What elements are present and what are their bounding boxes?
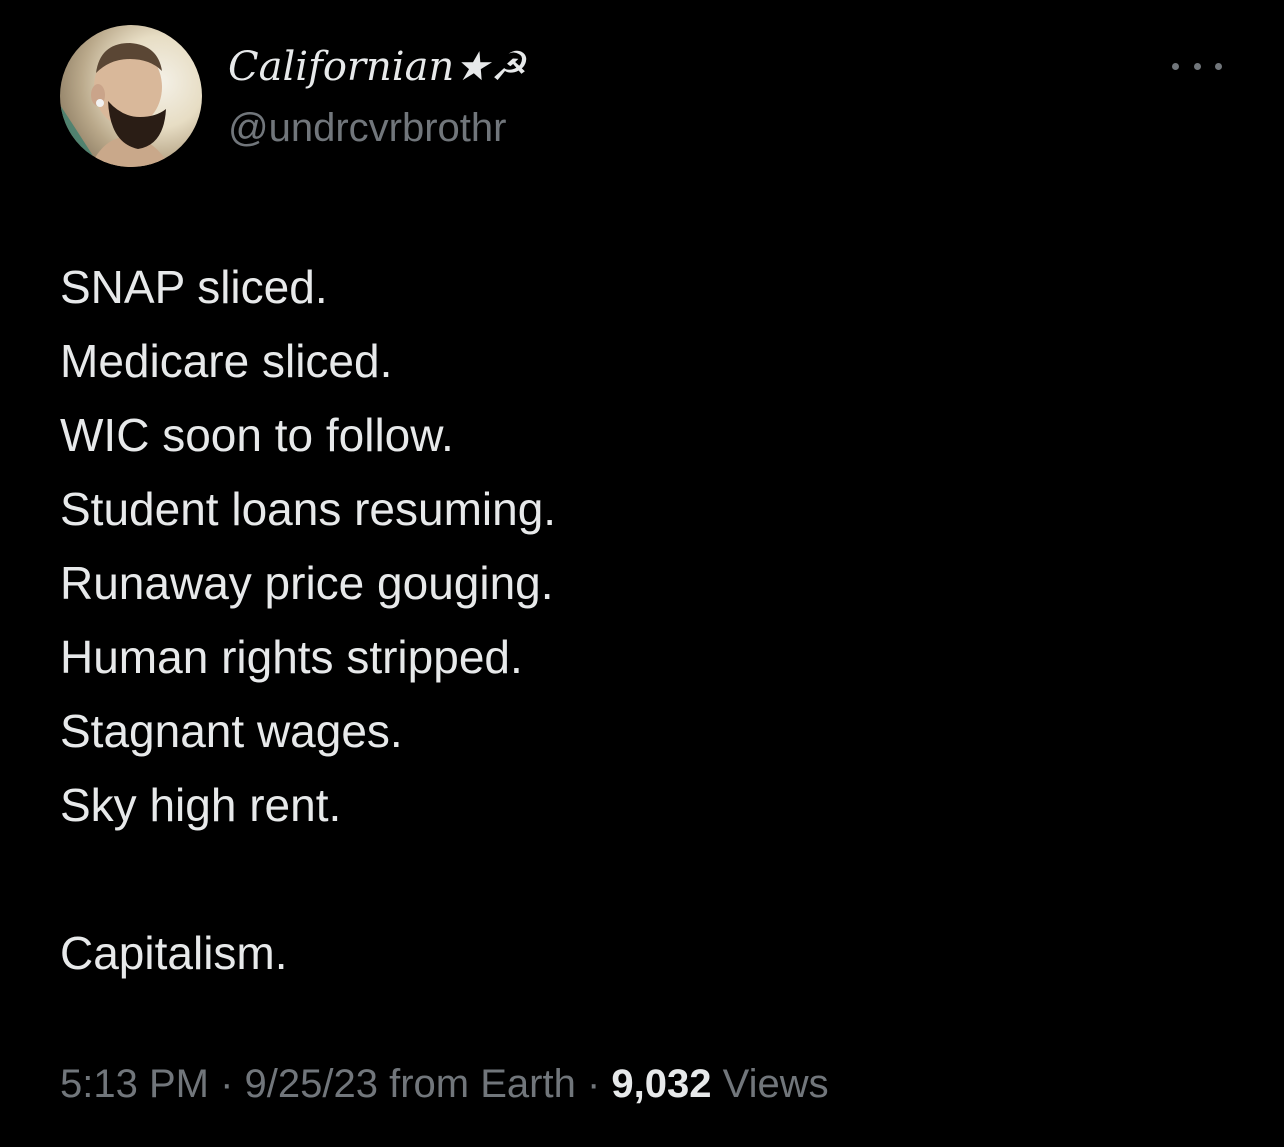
tweet-date-source: 9/25/23 from Earth [244,1062,576,1106]
views-count[interactable]: 9,032 [611,1062,711,1106]
views-label: Views [722,1062,829,1106]
tweet-line: Human rights stripped. [60,631,523,683]
more-dot [1193,62,1201,70]
tweet-line: Student loans resuming. [60,483,557,535]
tweet-closing-line: Capitalism. [60,927,288,979]
user-handle[interactable]: @undrcvrbrothr [228,103,506,153]
meta-separator: · [220,1062,234,1106]
more-dot [1172,62,1179,70]
meta-separator: · [586,1062,601,1106]
tweet-line: WIC soon to follow. [60,409,454,461]
display-name[interactable]: Californian★☭ [228,42,526,92]
tweet-time[interactable]: 5:13 PM [60,1062,209,1106]
tweet-line: SNAP sliced. [60,261,328,313]
avatar[interactable] [60,25,202,167]
more-horizontal-icon[interactable] [1172,56,1222,76]
tweet-line: Runaway price gouging. [60,557,554,609]
avatar-image [60,43,170,167]
tweet-line: Sky high rent. [60,779,342,831]
tweet-meta: 5:13 PM · 9/25/23 from Earth · 9,032 Vie… [60,1058,829,1110]
tweet-text: SNAP sliced. Medicare sliced. WIC soon t… [60,250,1220,990]
more-dot [1215,62,1222,70]
tweet-line: Medicare sliced. [60,335,393,387]
tweet-line: Stagnant wages. [60,705,403,757]
